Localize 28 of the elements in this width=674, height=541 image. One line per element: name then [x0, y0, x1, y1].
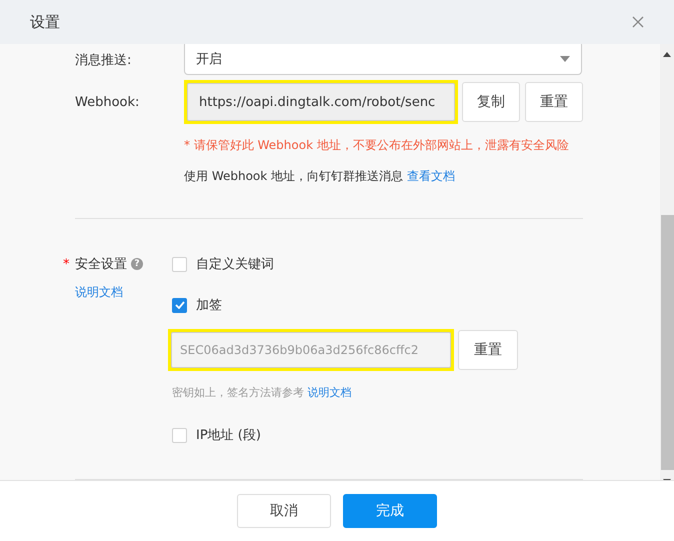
- checkbox-label[interactable]: IP地址 (段): [196, 426, 261, 444]
- field-label: 安全设置: [75, 256, 127, 273]
- push-select[interactable]: 开启: [184, 44, 582, 75]
- checkbox[interactable]: [172, 298, 187, 312]
- hint-text: 密钥如上，签名方法请参考 说明文档: [172, 385, 352, 400]
- info-text: 使用 Webhook 地址，向钉钉群推送消息 查看文档: [184, 168, 456, 185]
- docs-link[interactable]: 说明文档: [308, 386, 352, 399]
- required-mark: *: [63, 256, 70, 272]
- scrollbar[interactable]: [660, 44, 674, 480]
- scroll-thumb[interactable]: [660, 215, 674, 470]
- webhook-field[interactable]: https://oapi.dingtalk.com/robot/senc: [187, 83, 455, 121]
- action-button[interactable]: 复制: [462, 82, 520, 122]
- dialog-title: 设置: [30, 12, 60, 32]
- warning-text: * 请保管好此 Webhook 地址，不要公布在外部网站上，泄露有安全风险: [184, 137, 570, 154]
- field-label: Webhook:: [75, 94, 140, 110]
- reset-button[interactable]: 重置: [458, 330, 518, 370]
- close-icon[interactable]: [632, 16, 644, 28]
- action-button[interactable]: 重置: [525, 82, 583, 122]
- docs-link[interactable]: 说明文档: [75, 284, 123, 301]
- checkbox[interactable]: [172, 256, 187, 272]
- field-label: 消息推送:: [75, 52, 132, 68]
- docs-link[interactable]: 查看文档: [406, 169, 455, 183]
- cancel-button[interactable]: 取消: [237, 494, 331, 528]
- checkbox-label[interactable]: 加签: [196, 296, 222, 314]
- checkbox[interactable]: [172, 428, 187, 442]
- caret-icon: [560, 56, 570, 62]
- scroll-up-icon[interactable]: [663, 52, 671, 57]
- checkbox-label[interactable]: 自定义关键词: [196, 255, 274, 273]
